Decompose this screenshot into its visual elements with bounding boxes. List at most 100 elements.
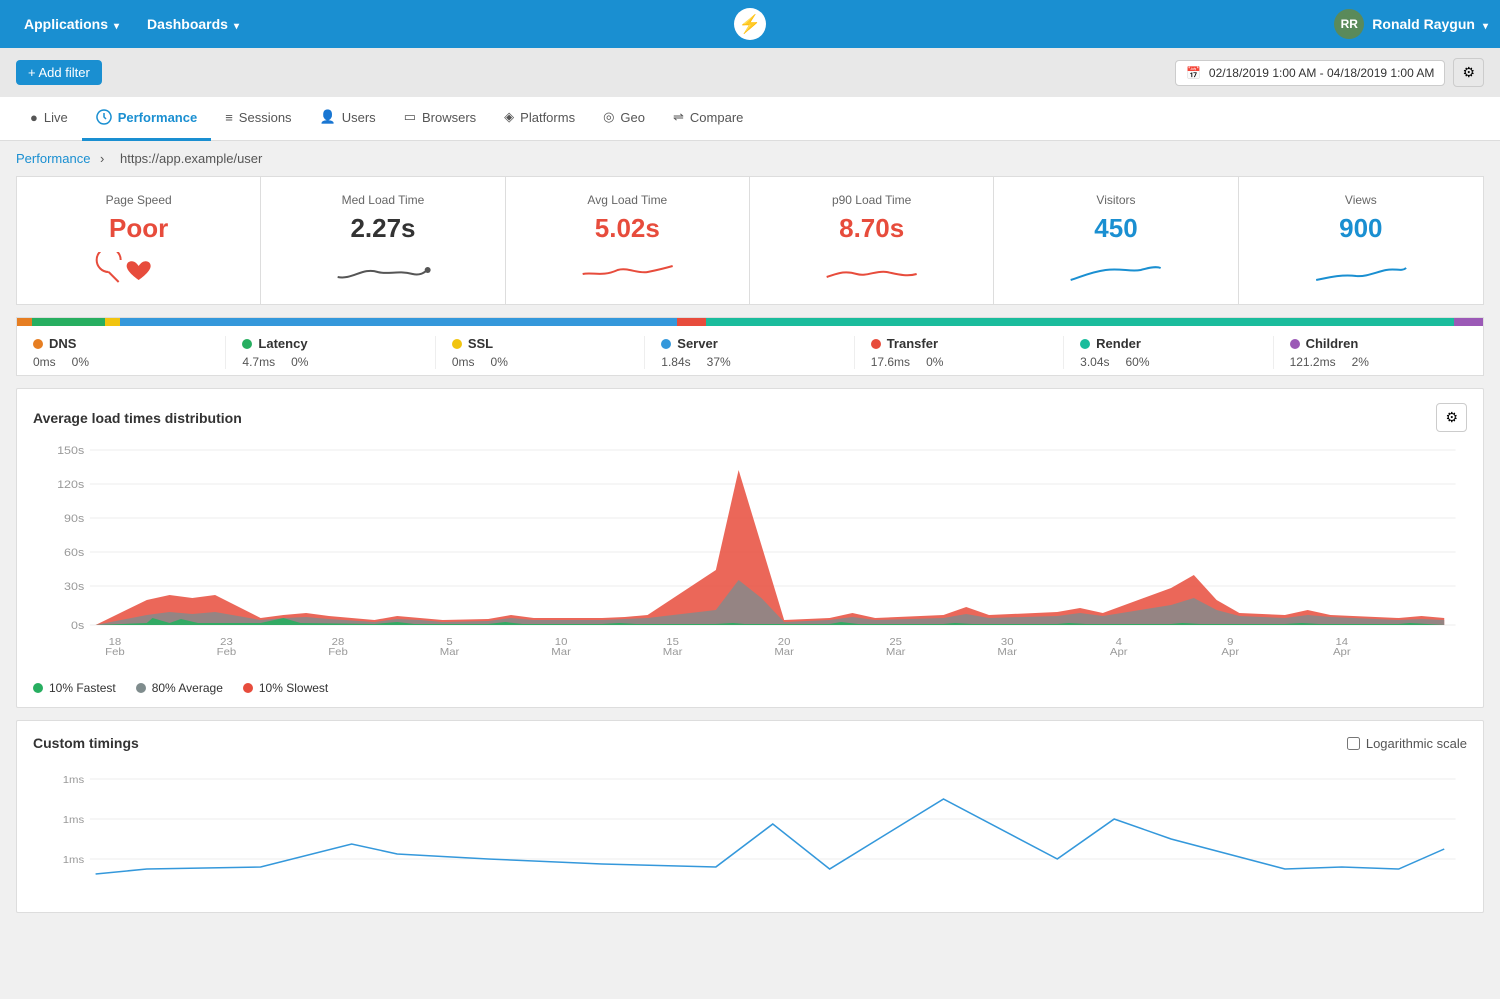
tab-live[interactable]: ● Live <box>16 97 82 141</box>
children-label: Children <box>1306 336 1359 351</box>
segment-bar-ssl <box>105 318 120 326</box>
stat-views: Views 900 <box>1239 177 1483 304</box>
dns-label: DNS <box>49 336 76 351</box>
stat-label-0: Page Speed <box>29 193 248 207</box>
server-percent: 37% <box>707 355 731 369</box>
dashboards-menu[interactable]: Dashboards <box>135 8 251 40</box>
svg-text:Mar: Mar <box>886 647 906 658</box>
custom-timings-panel: Custom timings Logarithmic scale 1ms 1ms… <box>16 720 1484 913</box>
segment-latency: Latency 4.7ms 0% <box>226 336 435 369</box>
tab-compare[interactable]: ⇌ Compare <box>659 97 757 141</box>
applications-chevron <box>114 16 119 32</box>
render-value: 3.04s <box>1080 355 1109 369</box>
fastest-label: 10% Fastest <box>49 681 116 695</box>
segment-bar-dns <box>17 318 32 326</box>
gear-icon: ⚙ <box>1462 64 1475 80</box>
ssl-dot <box>452 339 462 349</box>
slowest-dot <box>243 683 253 693</box>
stat-value-4: 450 <box>1006 213 1225 244</box>
custom-timings-title: Custom timings <box>33 735 139 751</box>
svg-text:Apr: Apr <box>1110 647 1128 658</box>
svg-text:Feb: Feb <box>105 647 125 658</box>
avg-load-chart-header: Average load times distribution ⚙ <box>17 389 1483 440</box>
user-label: Ronald Raygun <box>1372 16 1475 32</box>
sessions-icon: ≡ <box>225 110 233 125</box>
svg-text:90s: 90s <box>64 513 84 525</box>
segment-bar-latency <box>32 318 105 326</box>
svg-text:Feb: Feb <box>328 647 348 658</box>
nav-center: ⚡ <box>734 8 766 40</box>
log-scale-label[interactable]: Logarithmic scale <box>1347 736 1467 751</box>
log-scale-checkbox[interactable] <box>1347 737 1360 750</box>
avg-load-title: Average load times distribution <box>33 410 242 426</box>
tab-users[interactable]: 👤 Users <box>306 97 390 141</box>
users-icon: 👤 <box>320 109 336 125</box>
segment-bar <box>17 318 1483 326</box>
avatar: RR <box>1334 9 1364 39</box>
breadcrumb-parent[interactable]: Performance <box>16 151 90 166</box>
stat-chart-4 <box>1006 252 1225 292</box>
slowest-label: 10% Slowest <box>259 681 328 695</box>
svg-text:1ms: 1ms <box>63 775 84 786</box>
breadcrumb-current: https://app.example/user <box>120 151 262 166</box>
avg-load-chart-panel: Average load times distribution ⚙ 150s 1… <box>16 388 1484 708</box>
ssl-percent: 0% <box>491 355 508 369</box>
children-percent: 2% <box>1352 355 1369 369</box>
svg-text:Apr: Apr <box>1333 647 1351 658</box>
breadcrumb-separator: › <box>100 151 108 166</box>
stat-chart-5 <box>1251 252 1471 292</box>
svg-text:Feb: Feb <box>217 647 237 658</box>
settings-button[interactable]: ⚙ <box>1453 58 1484 87</box>
avg-load-legend: 10% Fastest 80% Average 10% Slowest <box>17 673 1483 707</box>
stats-row: Page Speed Poor Med Load Time 2.27s <box>16 176 1484 305</box>
latency-percent: 0% <box>291 355 308 369</box>
stat-chart-0 <box>29 252 248 292</box>
segment-ssl: SSL 0ms 0% <box>436 336 645 369</box>
performance-icon <box>96 109 112 125</box>
top-nav: Applications Dashboards ⚡ RR Ronald Rayg… <box>0 0 1500 48</box>
svg-text:Mar: Mar <box>551 647 571 658</box>
stat-chart-1 <box>273 252 492 292</box>
user-menu[interactable]: RR Ronald Raygun <box>1334 9 1488 39</box>
segment-render: Render 3.04s 60% <box>1064 336 1273 369</box>
log-scale-text: Logarithmic scale <box>1366 736 1467 751</box>
server-value: 1.84s <box>661 355 690 369</box>
tab-geo[interactable]: ◎ Geo <box>589 97 659 141</box>
fastest-dot <box>33 683 43 693</box>
svg-text:Mar: Mar <box>663 647 683 658</box>
svg-text:Mar: Mar <box>774 647 794 658</box>
stat-page-speed: Page Speed Poor <box>17 177 261 304</box>
filter-bar: + Add filter 📅 02/18/2019 1:00 AM - 04/1… <box>0 48 1500 97</box>
svg-text:120s: 120s <box>57 479 84 491</box>
dns-dot <box>33 339 43 349</box>
transfer-value: 17.6ms <box>871 355 910 369</box>
stat-visitors: Visitors 450 <box>994 177 1238 304</box>
stat-chart-3 <box>762 252 981 292</box>
server-label: Server <box>677 336 717 351</box>
applications-menu[interactable]: Applications <box>12 8 131 40</box>
tab-browsers[interactable]: ▭ Browsers <box>390 97 490 141</box>
date-range-picker[interactable]: 📅 02/18/2019 1:00 AM - 04/18/2019 1:00 A… <box>1175 60 1445 86</box>
legend-slowest: 10% Slowest <box>243 681 328 695</box>
segment-children: Children 121.2ms 2% <box>1274 336 1483 369</box>
bolt-icon: ⚡ <box>734 8 766 40</box>
tab-platforms[interactable]: ◈ Platforms <box>490 97 589 141</box>
segment-transfer: Transfer 17.6ms 0% <box>855 336 1064 369</box>
custom-timings-body: 1ms 1ms 1ms <box>17 759 1483 912</box>
avg-load-chart-body: 150s 120s 90s 60s 30s 0s 18 Feb 23 <box>17 440 1483 673</box>
render-percent: 60% <box>1126 355 1150 369</box>
tab-performance[interactable]: Performance <box>82 97 211 141</box>
render-label: Render <box>1096 336 1141 351</box>
tab-sessions[interactable]: ≡ Sessions <box>211 97 305 141</box>
svg-text:Mar: Mar <box>997 647 1017 658</box>
stat-value-5: 900 <box>1251 213 1471 244</box>
add-filter-button[interactable]: + Add filter <box>16 60 102 85</box>
stat-value-2: 5.02s <box>518 213 737 244</box>
svg-text:1ms: 1ms <box>63 855 84 866</box>
avg-load-settings[interactable]: ⚙ <box>1436 403 1467 432</box>
latency-dot <box>242 339 252 349</box>
svg-text:Mar: Mar <box>440 647 460 658</box>
calendar-icon: 📅 <box>1186 66 1201 80</box>
dns-value: 0ms <box>33 355 56 369</box>
average-label: 80% Average <box>152 681 223 695</box>
